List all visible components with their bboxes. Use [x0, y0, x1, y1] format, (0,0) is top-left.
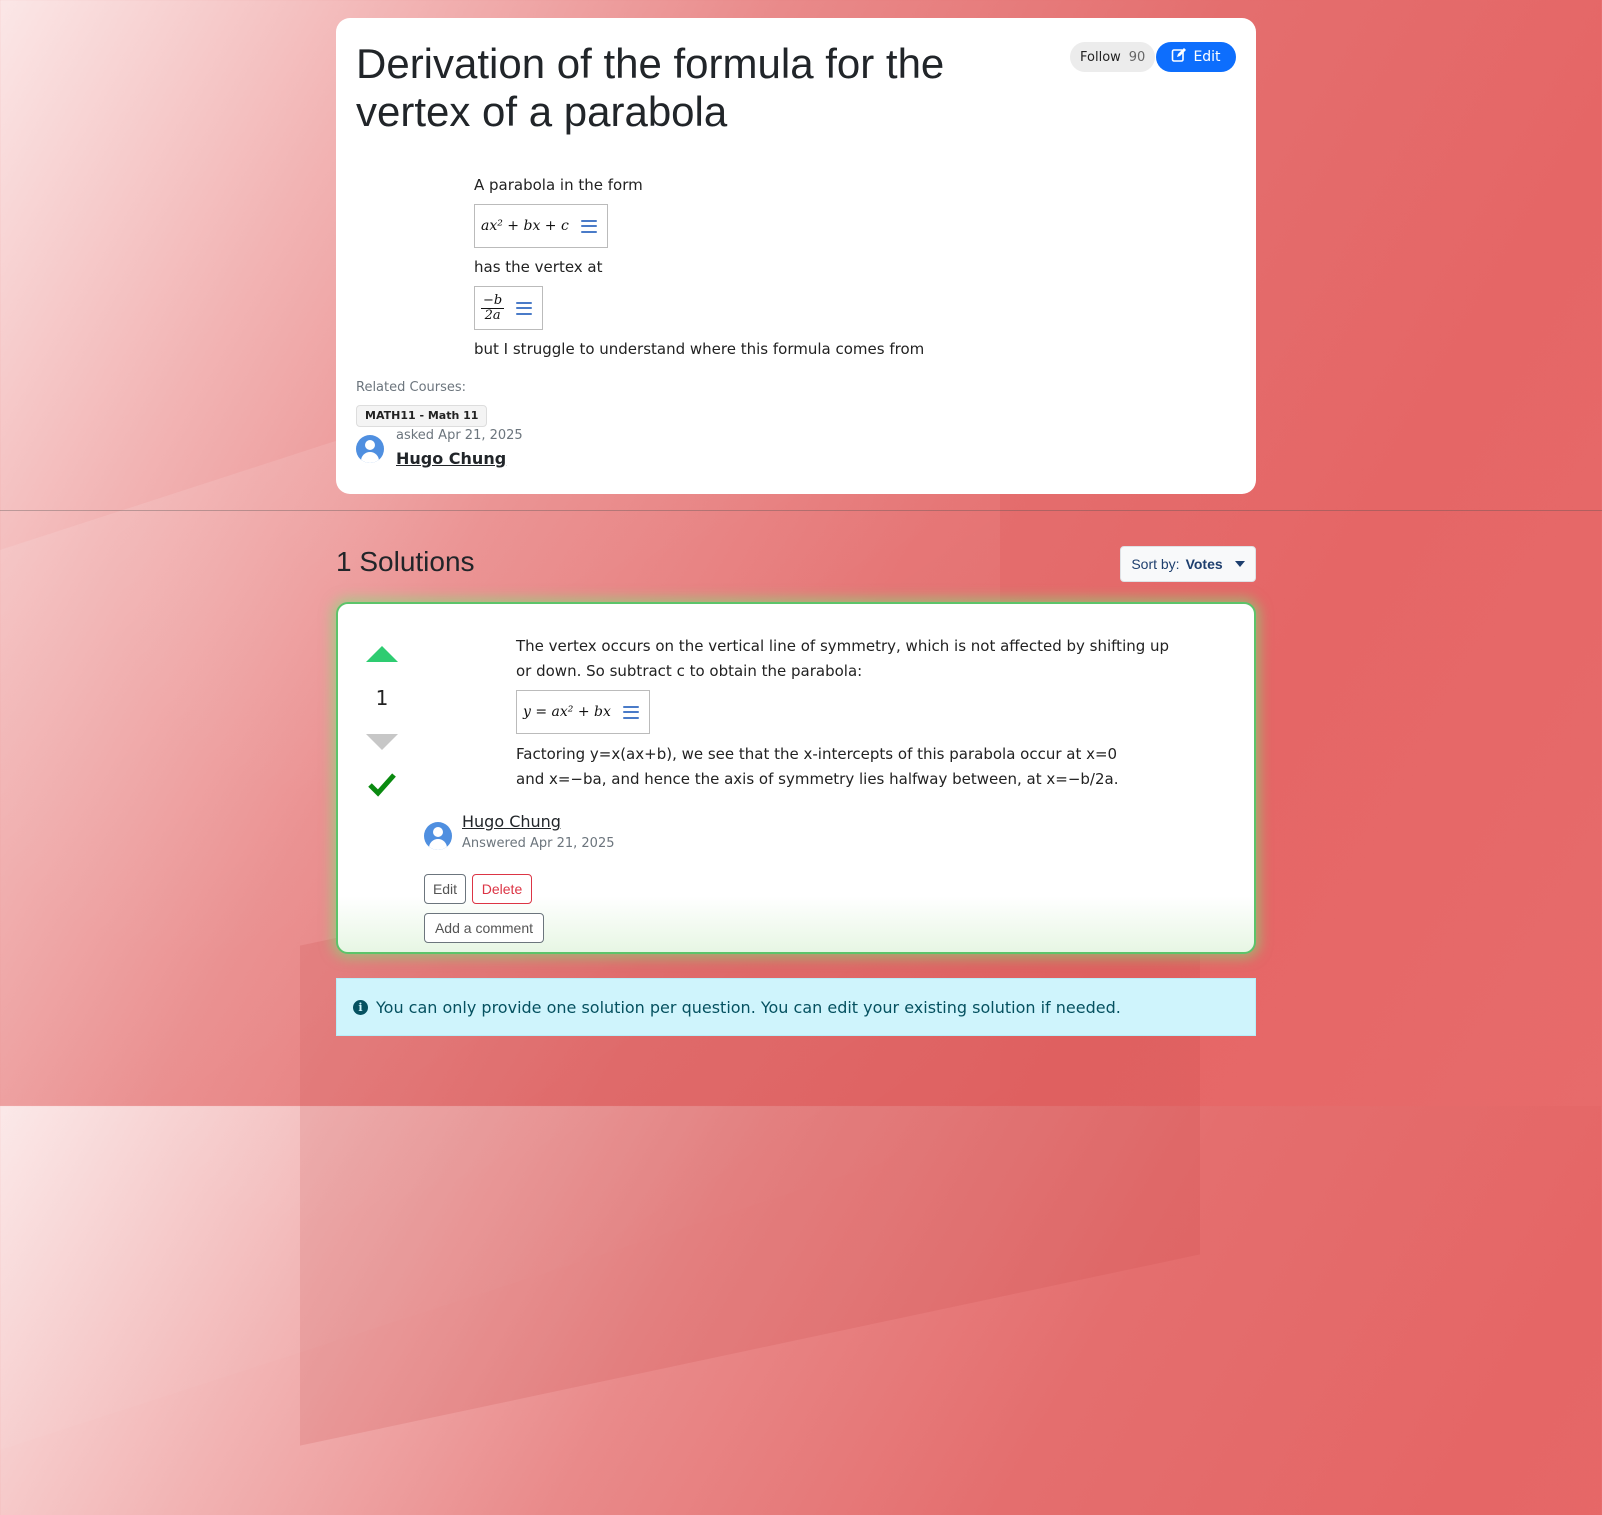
question-card: Derivation of the formula for the vertex…: [336, 18, 1256, 494]
related-courses-label: Related Courses:: [356, 380, 467, 395]
info-alert: i You can only provide one solution per …: [336, 978, 1256, 1036]
follow-button[interactable]: Follow 90: [1070, 42, 1156, 72]
math-formula: ax² + bx + c: [474, 204, 608, 248]
sort-prefix: Sort by:: [1131, 556, 1180, 572]
math-formula: −b 2a: [474, 286, 544, 330]
question-author-link[interactable]: Hugo Chung: [396, 449, 506, 468]
fraction-numerator: −b: [481, 292, 505, 309]
math-expression: ax² + bx + c: [481, 218, 569, 234]
menu-icon[interactable]: [622, 705, 639, 719]
edit-question-button[interactable]: Edit: [1156, 42, 1236, 72]
upvote-icon[interactable]: [366, 646, 398, 662]
info-icon: i: [353, 999, 368, 1015]
follow-label: Follow: [1080, 49, 1121, 65]
menu-icon[interactable]: [516, 301, 533, 315]
math-formula: y = ax² + bx: [516, 690, 650, 734]
sort-dropdown[interactable]: Sort by: Votes: [1120, 546, 1256, 582]
downvote-icon[interactable]: [366, 734, 398, 750]
alert-text: You can only provide one solution per qu…: [376, 997, 1121, 1017]
course-badge[interactable]: MATH11 - Math 11: [356, 405, 488, 427]
menu-icon[interactable]: [580, 219, 597, 233]
question-body-line: A parabola in the form: [474, 176, 643, 194]
answered-date: Answered Apr 21, 2025: [462, 836, 615, 851]
section-divider: [0, 510, 1602, 511]
answer-paragraph: Factoring y=x(ax+b), we see that the x-i…: [516, 745, 1119, 788]
delete-answer-button[interactable]: Delete: [472, 874, 532, 904]
add-comment-button[interactable]: Add a comment: [424, 913, 544, 943]
edit-answer-button[interactable]: Edit: [424, 874, 466, 904]
edit-label: Edit: [1193, 49, 1221, 65]
avatar-icon: [424, 822, 452, 850]
fraction-denominator: 2a: [484, 307, 501, 323]
vote-count: 1: [375, 686, 389, 710]
accepted-check-icon: [368, 773, 396, 797]
edit-icon: [1171, 47, 1187, 67]
question-body-line: but I struggle to understand where this …: [474, 340, 925, 358]
question-body-line: has the vertex at: [474, 258, 603, 276]
question-title: Derivation of the formula for the vertex…: [356, 40, 945, 135]
chevron-down-icon: [1234, 561, 1245, 567]
math-expression: y = ax² + bx: [523, 704, 611, 720]
solutions-heading: 1 Solutions: [336, 546, 475, 577]
sort-value: Votes: [1185, 556, 1223, 572]
math-fraction: −b 2a: [481, 292, 505, 323]
answer-author-link[interactable]: Hugo Chung: [462, 812, 561, 831]
asked-date: asked Apr 21, 2025: [396, 428, 523, 443]
avatar-icon: [356, 435, 384, 463]
follow-count: 90: [1128, 49, 1146, 65]
answer-card: 1 The vertex occurs on the vertical line…: [336, 602, 1256, 954]
answer-paragraph: The vertex occurs on the vertical line o…: [516, 637, 1170, 680]
